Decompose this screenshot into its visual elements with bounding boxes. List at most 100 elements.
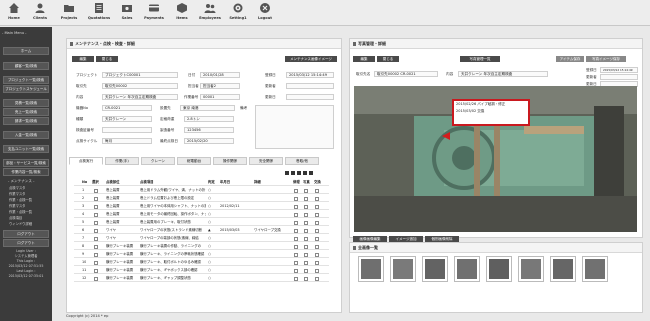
row-checkbox[interactable] xyxy=(94,204,98,209)
row-flag-checkbox[interactable] xyxy=(315,196,319,201)
nav-settings[interactable]: Setting1 xyxy=(226,2,250,24)
cycle-field[interactable]: 毎月 xyxy=(102,138,152,144)
tab-operation[interactable]: 操作関係 xyxy=(213,157,247,165)
toolbar-square-icon[interactable] xyxy=(285,171,289,175)
row-flag-checkbox[interactable] xyxy=(294,268,298,273)
row-flag-checkbox[interactable] xyxy=(315,276,319,281)
inspection-cert-field[interactable] xyxy=(102,127,152,133)
row-flag-checkbox[interactable] xyxy=(315,244,319,249)
image-thumbnail[interactable] xyxy=(358,256,384,282)
tab-work[interactable]: 作業(手) xyxy=(105,157,139,165)
image-thumbnail[interactable] xyxy=(422,256,448,282)
image-thumbnail[interactable] xyxy=(486,256,512,282)
row-checkbox[interactable] xyxy=(94,252,98,257)
row-flag-checkbox[interactable] xyxy=(304,236,308,241)
table-row[interactable]: 9 横行ブレーキ装置 横行ブレーキ、ライニングの摩耗状態確認 ○ xyxy=(74,251,329,258)
table-row[interactable]: 4 巻上装置 巻上用モータの最終回転、操作ボタン、ナッ ○ xyxy=(74,211,329,218)
image-thumbnail[interactable] xyxy=(550,256,576,282)
row-checkbox[interactable] xyxy=(94,236,98,241)
row-flag-checkbox[interactable] xyxy=(304,244,308,249)
nav-items[interactable]: Items xyxy=(170,2,194,24)
sidebar-sub-item[interactable]: ウィンドウ詳細 xyxy=(3,221,49,227)
tab-safety[interactable]: 安全関係 xyxy=(249,157,283,165)
row-flag-checkbox[interactable] xyxy=(304,204,308,209)
row-flag-checkbox[interactable] xyxy=(294,244,298,249)
row-flag-checkbox[interactable] xyxy=(294,204,298,209)
toolbar-square-icon[interactable] xyxy=(309,171,313,175)
work-number-field[interactable]: 00001 xyxy=(200,94,240,100)
row-flag-checkbox[interactable] xyxy=(304,276,308,281)
sidebar-item-logout-2[interactable]: ログアウト xyxy=(3,239,49,247)
row-flag-checkbox[interactable] xyxy=(304,196,308,201)
table-row[interactable]: 11 横行ブレーキ装置 横行ブレーキ、ギヤボックス部の確認 ○ xyxy=(74,267,329,274)
row-flag-checkbox[interactable] xyxy=(315,252,319,257)
photo-upload-button[interactable]: 写真イメージ保存 xyxy=(586,56,626,62)
row-checkbox[interactable] xyxy=(94,244,98,249)
table-row[interactable]: 3 巻上装置 巻上用ワイヤの本体用シャフト、ナットの折 ○ 2012/02/11 xyxy=(74,203,329,210)
sidebar-item-invoices[interactable]: 請求一覧/検索 xyxy=(3,117,49,125)
image-thumbnail[interactable] xyxy=(582,256,608,282)
row-checkbox[interactable] xyxy=(94,220,98,225)
project-field[interactable]: プロジェクトC00001 xyxy=(102,72,178,78)
toolbar-square-icon[interactable] xyxy=(303,171,307,175)
row-flag-checkbox[interactable] xyxy=(315,236,319,241)
photo-edit-button[interactable]: 編集 xyxy=(353,56,375,62)
row-flag-checkbox[interactable] xyxy=(315,188,319,193)
photo-close-button[interactable]: 閉じる xyxy=(377,56,399,62)
table-row[interactable]: 6 ワイヤ ワイヤロープの状態(ストランド素線切断 ▲ 2015/03/03 ワイヤロープ… xyxy=(74,227,329,234)
row-checkbox[interactable] xyxy=(94,196,98,201)
sidebar-item-sales[interactable]: 売上一覧/検索 xyxy=(3,108,49,116)
tab-inspection[interactable]: 点検実行 xyxy=(69,157,103,165)
table-row[interactable]: 1 巻上装置 巻上用ドラム外観(ワイヤ、溝、ナットの折 ○ xyxy=(74,187,329,194)
tab-other[interactable]: 巻取/他 xyxy=(285,157,319,165)
sidebar-item-parts[interactable]: 部品・サービス一覧/検索 xyxy=(3,159,49,167)
nav-employees[interactable]: Employees xyxy=(198,2,222,24)
table-row[interactable]: 7 ワイヤ ワイヤロープの端部の状態(素線、締結 ○ xyxy=(74,235,329,242)
nav-payments[interactable]: Payments xyxy=(142,2,166,24)
row-flag-checkbox[interactable] xyxy=(294,212,298,217)
row-flag-checkbox[interactable] xyxy=(315,212,319,217)
toolbar-square-icon[interactable] xyxy=(291,171,295,175)
note-field[interactable] xyxy=(255,105,334,149)
row-checkbox[interactable] xyxy=(94,268,98,273)
nav-home[interactable]: Home xyxy=(2,2,26,24)
location-field[interactable]: 東京 南港 xyxy=(180,105,235,111)
photo-client-field[interactable]: 取引先00002 CR-0021 xyxy=(374,71,438,77)
sidebar-item-projects[interactable]: プロジェクト一覧/検索 xyxy=(3,76,49,84)
item-save-button[interactable]: アイテム保存 xyxy=(556,56,584,62)
row-checkbox[interactable] xyxy=(94,212,98,217)
sidebar-item-clients[interactable]: 顧客一覧/検索 xyxy=(3,62,49,70)
content-field[interactable]: 天井クレーン 年次自主定期検査 xyxy=(102,94,178,100)
row-flag-checkbox[interactable] xyxy=(315,220,319,225)
row-flag-checkbox[interactable] xyxy=(294,188,298,193)
row-flag-checkbox[interactable] xyxy=(294,236,298,241)
row-flag-checkbox[interactable] xyxy=(315,268,319,273)
sidebar-item-project-schedule[interactable]: プロジェクトスケジュール xyxy=(3,85,49,93)
last-inspection-field[interactable]: 2015/02/20 xyxy=(184,138,234,144)
sidebar-item-logout[interactable]: ログアウト xyxy=(3,230,49,238)
table-row[interactable]: 2 巻上装置 巻上ドラム位置および巻上限の設定 ○ xyxy=(74,195,329,202)
image-thumbnail[interactable] xyxy=(390,256,416,282)
row-flag-checkbox[interactable] xyxy=(315,228,319,233)
table-row[interactable]: 10 横行ブレーキ装置 横行ブレーキ、取付ボルトのゆるみ確認 ○ xyxy=(74,259,329,266)
nav-clients[interactable]: Clients xyxy=(28,2,52,24)
row-flag-checkbox[interactable] xyxy=(294,252,298,257)
sidebar-item-quotations[interactable]: 見積一覧/検索 xyxy=(3,99,49,107)
row-flag-checkbox[interactable] xyxy=(304,188,308,193)
image-thumbnail[interactable] xyxy=(454,256,480,282)
capacity-field[interactable]: 2.8トン xyxy=(184,116,234,122)
row-flag-checkbox[interactable] xyxy=(294,228,298,233)
client-field[interactable]: 取引先00002 xyxy=(102,83,178,89)
row-flag-checkbox[interactable] xyxy=(315,260,319,265)
toolbar-square-icon[interactable] xyxy=(297,171,301,175)
row-flag-checkbox[interactable] xyxy=(304,260,308,265)
row-checkbox[interactable] xyxy=(94,276,98,281)
close-button[interactable]: 閉じる xyxy=(96,56,118,62)
row-flag-checkbox[interactable] xyxy=(304,212,308,217)
tab-electric[interactable]: 総電動台 xyxy=(177,157,211,165)
row-flag-checkbox[interactable] xyxy=(304,268,308,273)
nav-quotations[interactable]: Quotations xyxy=(87,2,111,24)
sidebar-item-units[interactable]: 支払ユニット一覧/検索 xyxy=(3,145,49,153)
row-flag-checkbox[interactable] xyxy=(304,252,308,257)
table-row[interactable]: 8 横行ブレーキ装置 横行ブレーキ装置の作動、ライニングの ○ xyxy=(74,243,329,250)
